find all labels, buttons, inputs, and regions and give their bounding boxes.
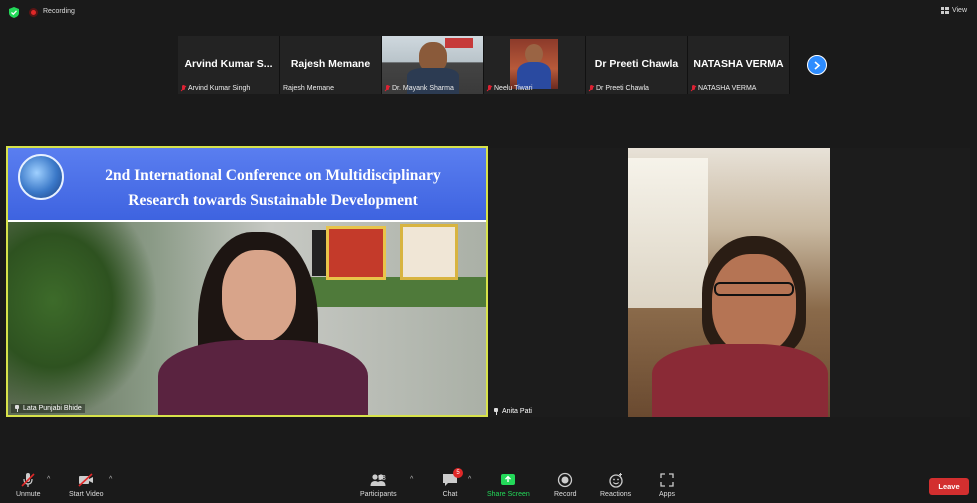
record-label: Record bbox=[554, 491, 577, 498]
participant-display-name: Rajesh Memane bbox=[290, 58, 371, 70]
participant-tile[interactable]: Arvind Kumar S... Arvind Kumar Singh bbox=[178, 36, 280, 94]
muted-mic-icon bbox=[691, 85, 696, 92]
pin-icon bbox=[14, 405, 20, 412]
participant-tile[interactable]: Rajesh Memane Rajesh Memane bbox=[280, 36, 382, 94]
apps-button[interactable]: Apps bbox=[659, 472, 675, 498]
share-screen-label: Share Screen bbox=[487, 491, 530, 498]
speaker-face bbox=[222, 250, 296, 342]
background-frame bbox=[312, 230, 326, 276]
active-speaker-video[interactable]: 2nd International Conference on Multidis… bbox=[6, 146, 488, 417]
record-button[interactable]: Record bbox=[554, 472, 577, 498]
recording-label: Recording bbox=[43, 8, 75, 15]
participants-count: 53 bbox=[378, 475, 386, 482]
speaker-caption: Lata Punjabi Bhide bbox=[11, 404, 85, 413]
chat-button[interactable]: 5 Chat bbox=[442, 468, 463, 498]
chat-badge: 5 bbox=[453, 468, 463, 478]
meeting-toolbar: Unmute ^ Start Video ^ 53 Participants ^… bbox=[0, 468, 977, 503]
globe-logo-icon bbox=[18, 154, 64, 200]
background-sign bbox=[445, 38, 473, 48]
share-screen-button[interactable]: Share Screen bbox=[487, 472, 530, 498]
muted-mic-icon bbox=[181, 85, 186, 92]
start-video-button[interactable]: Start Video bbox=[69, 472, 104, 498]
participant-face bbox=[525, 44, 543, 64]
participant-display-name: NATASHA VERMA bbox=[693, 58, 784, 70]
muted-mic-icon bbox=[487, 85, 492, 92]
top-status-bar: Recording View bbox=[0, 0, 977, 24]
participant-name: Neelu Tiwari bbox=[494, 85, 533, 92]
background-window bbox=[628, 158, 708, 308]
muted-mic-icon bbox=[385, 85, 390, 92]
banner-title-line2: Research towards Sustainable Development bbox=[128, 192, 418, 209]
unmute-options-caret-icon[interactable]: ^ bbox=[47, 476, 50, 483]
participant-thumbnail-strip: Arvind Kumar S... Arvind Kumar Singh Raj… bbox=[178, 36, 790, 94]
participant-caption: NATASHA VERMA bbox=[691, 85, 756, 92]
apps-label: Apps bbox=[659, 491, 675, 498]
start-video-label: Start Video bbox=[69, 491, 104, 498]
background-frame bbox=[400, 224, 458, 280]
participant-name: Rajesh Memane bbox=[283, 85, 334, 92]
speaker-camera-feed bbox=[8, 222, 486, 415]
grid-icon bbox=[940, 7, 949, 14]
next-page-button[interactable] bbox=[807, 55, 827, 75]
participant-caption: Dr. Mayank Sharma bbox=[385, 85, 454, 92]
banner-title-line1: 2nd International Conference on Multidis… bbox=[105, 167, 441, 184]
record-icon bbox=[558, 472, 573, 488]
participants-label: Participants bbox=[360, 491, 397, 498]
video-camera-off-icon bbox=[78, 473, 94, 487]
share-screen-icon bbox=[501, 474, 516, 485]
participant-body bbox=[652, 344, 828, 417]
participant-tile-video[interactable]: Neelu Tiwari bbox=[484, 36, 586, 94]
second-participant-video[interactable]: Anita Pati bbox=[490, 148, 970, 417]
participant-tile[interactable]: Dr Preeti Chawla Dr Preeti Chawla bbox=[586, 36, 688, 94]
participant-name: Anita Pati bbox=[502, 408, 532, 415]
participant-glasses bbox=[714, 282, 794, 296]
leave-button[interactable]: Leave bbox=[929, 478, 969, 495]
chat-icon-wrapper: 5 bbox=[442, 468, 463, 488]
participant-caption: Rajesh Memane bbox=[283, 85, 334, 92]
microphone-muted-icon bbox=[21, 473, 35, 487]
apps-icon bbox=[660, 473, 674, 487]
speaker-name: Lata Punjabi Bhide bbox=[23, 405, 82, 412]
participant-name: NATASHA VERMA bbox=[698, 85, 757, 92]
participant-caption: Arvind Kumar Singh bbox=[181, 85, 250, 92]
background-plant bbox=[8, 222, 158, 415]
participant-name: Dr. Mayank Sharma bbox=[392, 85, 454, 92]
unmute-button[interactable]: Unmute bbox=[16, 472, 41, 498]
background-frame bbox=[326, 226, 386, 280]
reactions-label: Reactions bbox=[600, 491, 632, 498]
view-button[interactable]: View bbox=[940, 7, 967, 14]
participant-face bbox=[712, 254, 796, 354]
participants-options-caret-icon[interactable]: ^ bbox=[410, 476, 413, 483]
unmute-label: Unmute bbox=[16, 491, 41, 498]
conference-banner: 2nd International Conference on Multidis… bbox=[8, 148, 486, 222]
shield-icon[interactable] bbox=[9, 7, 19, 18]
chat-label: Chat bbox=[442, 491, 458, 498]
participants-button[interactable]: 53 Participants bbox=[360, 472, 397, 498]
participant-tile-video[interactable]: Dr. Mayank Sharma bbox=[382, 36, 484, 94]
speaker-body bbox=[158, 340, 368, 415]
reactions-button[interactable]: Reactions bbox=[600, 472, 631, 498]
participant-caption: Dr Preeti Chawla bbox=[589, 85, 649, 92]
background-shelf bbox=[298, 277, 486, 307]
video-options-caret-icon[interactable]: ^ bbox=[109, 476, 112, 483]
view-label: View bbox=[951, 7, 967, 14]
participant-camera-feed bbox=[628, 148, 830, 417]
participant-caption: Neelu Tiwari bbox=[487, 85, 533, 92]
pin-icon bbox=[493, 408, 499, 415]
chat-options-caret-icon[interactable]: ^ bbox=[468, 476, 471, 483]
participant-name: Arvind Kumar Singh bbox=[188, 85, 251, 92]
smiley-icon bbox=[608, 473, 623, 488]
muted-mic-icon bbox=[589, 85, 594, 92]
participant-name: Dr Preeti Chawla bbox=[596, 85, 649, 92]
banner-title: 2nd International Conference on Multidis… bbox=[70, 163, 476, 213]
chevron-right-icon bbox=[814, 60, 821, 70]
participant-display-name: Arvind Kumar S... bbox=[184, 58, 273, 70]
participant-caption: Anita Pati bbox=[493, 408, 532, 415]
participant-tile[interactable]: NATASHA VERMA NATASHA VERMA bbox=[688, 36, 790, 94]
participant-display-name: Dr Preeti Chawla bbox=[594, 58, 679, 70]
recording-icon bbox=[29, 8, 38, 17]
